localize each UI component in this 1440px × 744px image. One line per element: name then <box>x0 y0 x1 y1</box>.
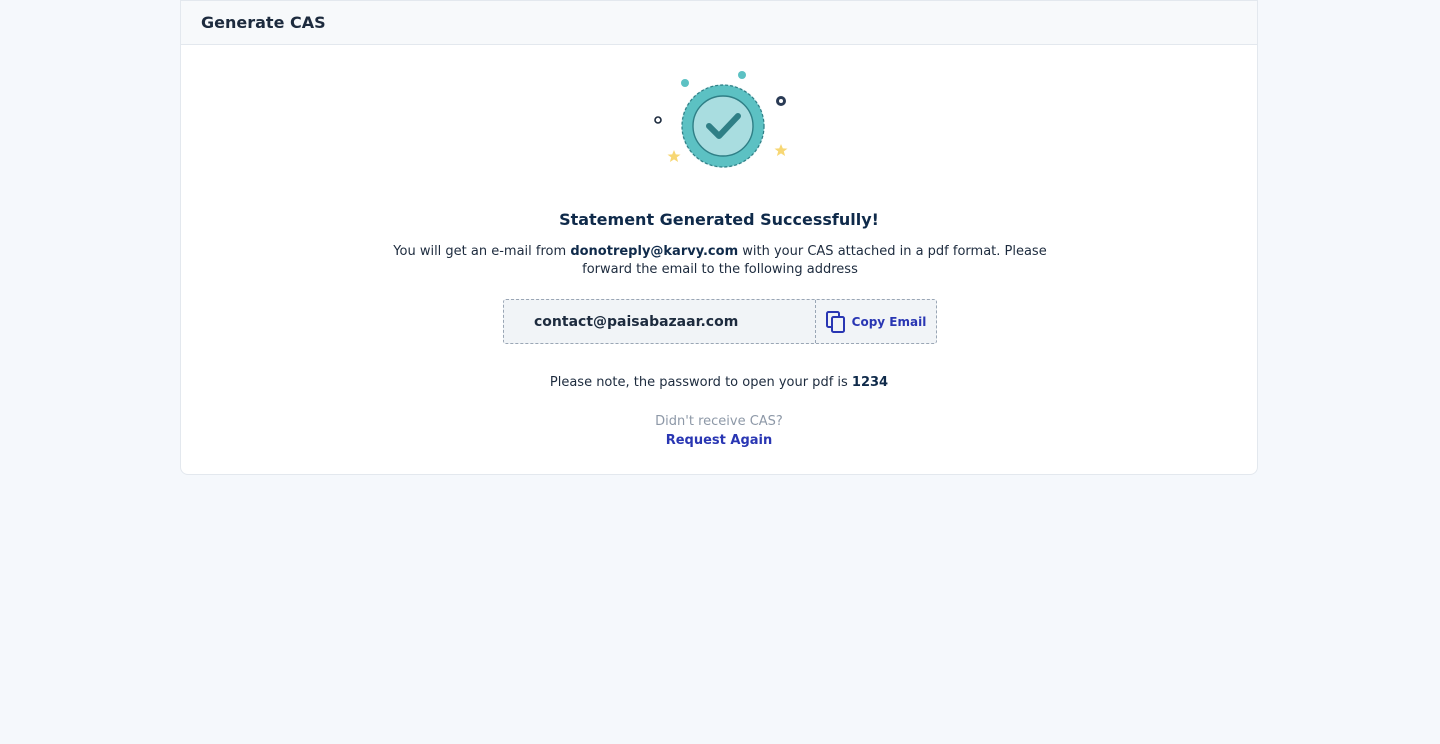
copy-email-label: Copy Email <box>851 314 927 329</box>
didnt-receive-text: Didn't receive CAS? <box>655 414 783 429</box>
password-note: Please note, the password to open your p… <box>181 375 1257 390</box>
page-title: Generate CAS <box>201 13 326 32</box>
card-header: Generate CAS <box>181 1 1257 45</box>
password-value: 1234 <box>851 375 889 390</box>
info-prefix: You will get an e-mail from <box>393 244 571 259</box>
password-prefix: Please note, the password to open your p… <box>549 375 852 390</box>
success-check-badge-icon <box>654 71 788 168</box>
success-title: Statement Generated Successfully! <box>559 210 879 229</box>
request-again-link[interactable]: Request Again <box>181 433 1257 448</box>
sender-email: donotreply@karvy.com <box>570 244 739 259</box>
generate-cas-card: Generate CAS Statement Generated Success… <box>180 0 1258 475</box>
forward-email-value: contact@paisabazaar.com <box>504 300 816 343</box>
copy-email-button[interactable]: Copy Email <box>816 300 936 343</box>
copy-icon <box>825 310 845 333</box>
info-text: You will get an e-mail from donotreply@k… <box>380 243 1060 279</box>
forward-email-box: contact@paisabazaar.com Copy Email <box>503 299 937 344</box>
